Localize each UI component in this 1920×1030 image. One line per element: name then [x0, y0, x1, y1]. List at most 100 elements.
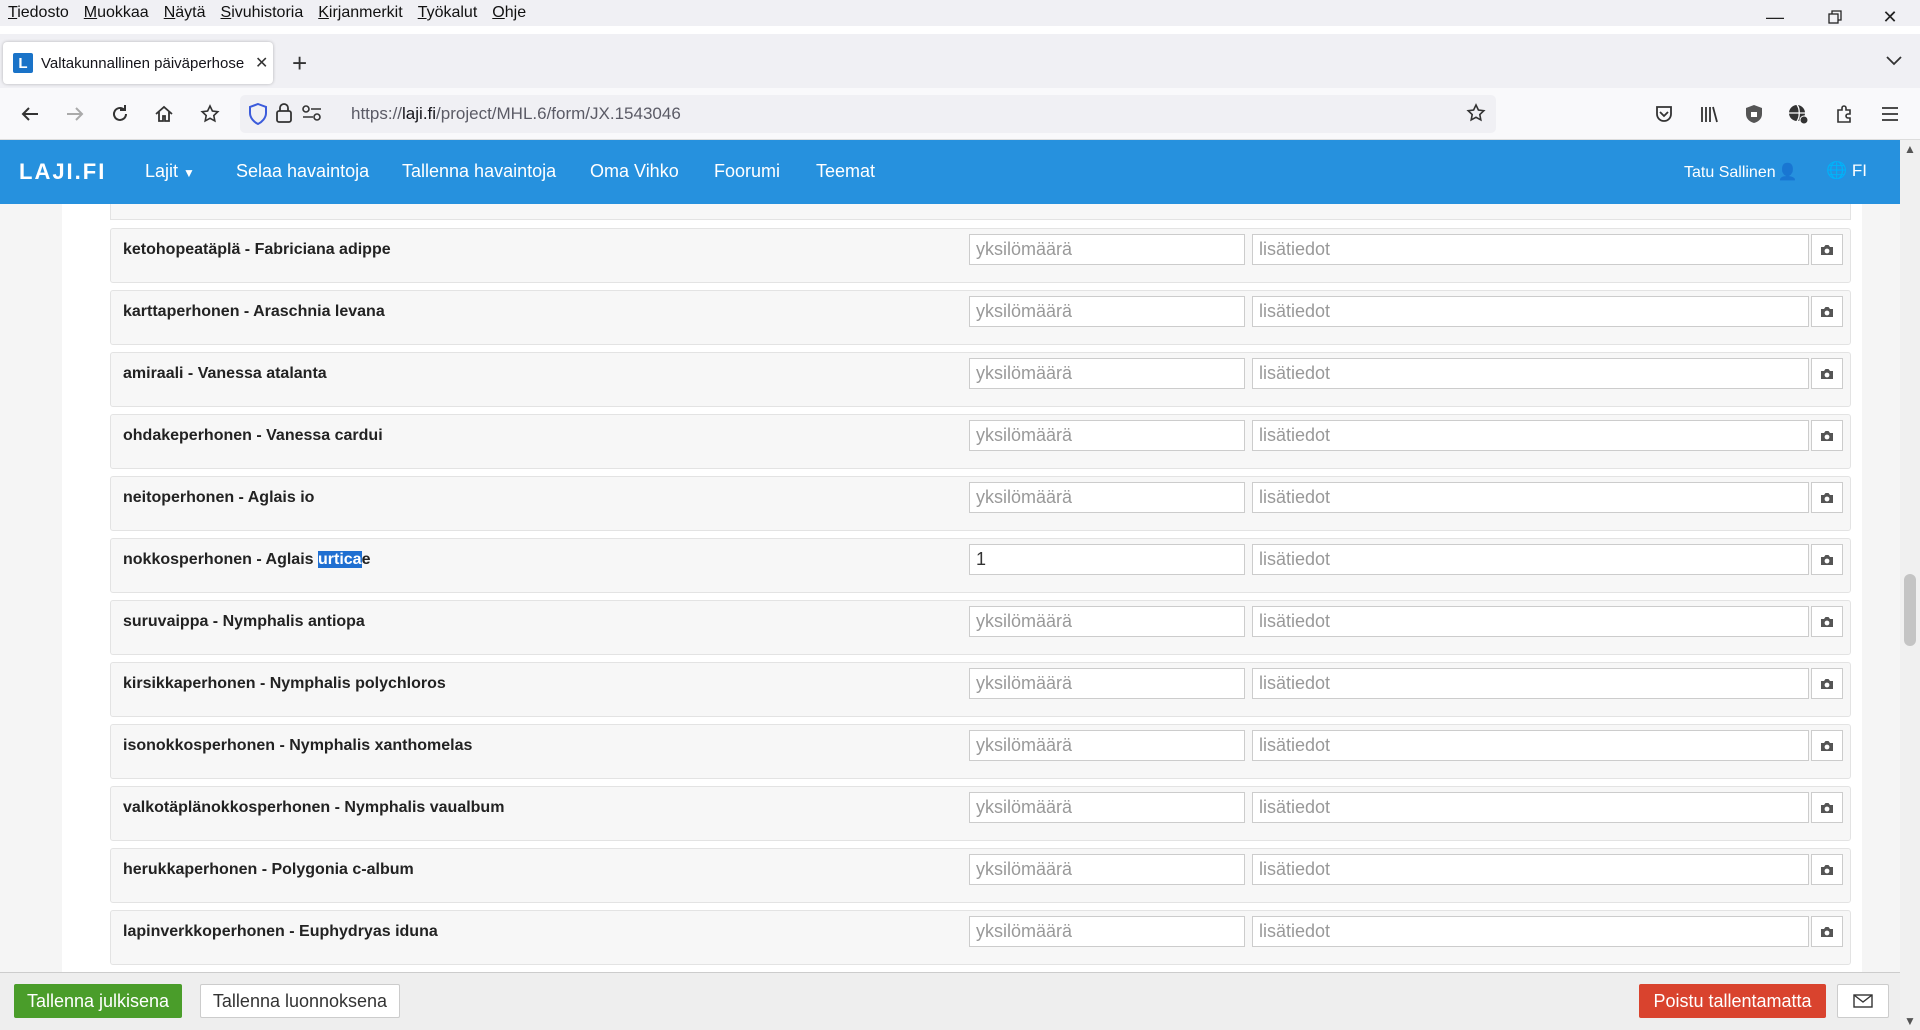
count-input[interactable]: [969, 668, 1245, 699]
count-input[interactable]: [969, 482, 1245, 513]
camera-icon[interactable]: [1811, 916, 1843, 947]
notes-input[interactable]: [1252, 234, 1809, 265]
camera-icon[interactable]: [1811, 854, 1843, 885]
camera-icon[interactable]: [1811, 420, 1843, 451]
scroll-up-icon[interactable]: ▲: [1900, 140, 1920, 158]
feedback-mail-icon[interactable]: [1837, 984, 1889, 1018]
menu-history[interactable]: Sivuhistoria: [221, 4, 304, 22]
scrollbar-thumb[interactable]: [1904, 574, 1916, 646]
lock-icon[interactable]: [276, 103, 292, 128]
nav-browse-observations[interactable]: Selaa havaintoja: [236, 161, 369, 182]
notes-input[interactable]: [1252, 854, 1809, 885]
back-icon[interactable]: [16, 100, 44, 128]
menu-tools[interactable]: Työkalut: [418, 4, 478, 22]
action-footer: Tallenna julkisena Tallenna luonnoksena …: [0, 972, 1900, 1030]
count-input[interactable]: [969, 730, 1245, 761]
camera-icon[interactable]: [1811, 544, 1843, 575]
user-menu[interactable]: Tatu Sallinen 👤: [1684, 162, 1798, 182]
count-input[interactable]: [969, 916, 1245, 947]
minimize-icon[interactable]: —: [1755, 0, 1795, 34]
count-input[interactable]: [969, 234, 1245, 265]
library-icon[interactable]: [1695, 100, 1723, 128]
camera-icon[interactable]: [1811, 606, 1843, 637]
close-tab-icon[interactable]: ✕: [255, 53, 268, 73]
count-input[interactable]: [969, 420, 1245, 451]
species-name: nokkosperhonen - Aglais urticae: [123, 551, 371, 568]
notes-input[interactable]: [1252, 792, 1809, 823]
nav-forum[interactable]: Foorumi: [714, 161, 780, 182]
camera-icon[interactable]: [1811, 730, 1843, 761]
count-input[interactable]: [969, 358, 1245, 389]
new-tab-icon[interactable]: +: [292, 48, 307, 78]
site-logo[interactable]: LAJI.FI: [19, 159, 106, 185]
bookmark-page-star-icon[interactable]: [1466, 103, 1486, 128]
form-content: ketohopeatäplä - Fabriciana adippe kartta…: [0, 204, 1900, 972]
forward-icon[interactable]: [61, 100, 89, 128]
camera-icon[interactable]: [1811, 234, 1843, 265]
pocket-icon[interactable]: [1650, 100, 1678, 128]
camera-icon[interactable]: [1811, 668, 1843, 699]
species-name: herukkaperhonen - Polygonia c-album: [123, 861, 414, 878]
count-input[interactable]: [969, 854, 1245, 885]
close-window-icon[interactable]: ✕: [1870, 0, 1910, 34]
notes-input[interactable]: [1252, 482, 1809, 513]
home-icon[interactable]: [150, 100, 178, 128]
extensions-icon[interactable]: [1830, 100, 1858, 128]
globe-icon: 🌐: [1826, 161, 1848, 180]
hamburger-menu-icon[interactable]: [1876, 100, 1904, 128]
restore-icon[interactable]: [1815, 0, 1855, 34]
species-name: amiraali - Vanessa atalanta: [123, 365, 327, 382]
navigation-bar: https://laji.fi/project/MHL.6/form/JX.15…: [0, 88, 1920, 140]
species-row: ketohopeatäplä - Fabriciana adippe: [110, 228, 1851, 283]
notes-input[interactable]: [1252, 916, 1809, 947]
species-name: suruvaippa - Nymphalis antiopa: [123, 613, 365, 630]
notes-input[interactable]: [1252, 730, 1809, 761]
discard-button[interactable]: Poistu tallentamatta: [1639, 984, 1826, 1018]
species-row: lapinverkkoperhonen - Euphydryas iduna: [110, 910, 1851, 965]
species-row: valkotäplänokkosperhonen - Nymphalis vau…: [110, 786, 1851, 841]
menu-file[interactable]: Tiedosto: [8, 4, 69, 22]
species-name: isonokkosperhonen - Nymphalis xanthomela…: [123, 737, 473, 754]
camera-icon[interactable]: [1811, 358, 1843, 389]
save-draft-button[interactable]: Tallenna luonnoksena: [200, 984, 400, 1018]
tracking-shield-icon[interactable]: [248, 102, 268, 130]
site-favicon-icon: L: [13, 53, 33, 73]
save-public-button[interactable]: Tallenna julkisena: [14, 984, 182, 1018]
shield-addon-icon[interactable]: [1740, 100, 1768, 128]
camera-icon[interactable]: [1811, 482, 1843, 513]
address-bar[interactable]: https://laji.fi/project/MHL.6/form/JX.15…: [240, 95, 1496, 133]
notes-input[interactable]: [1252, 420, 1809, 451]
nav-themes[interactable]: Teemat: [816, 161, 875, 182]
camera-icon[interactable]: [1811, 296, 1843, 327]
permissions-icon[interactable]: [302, 105, 322, 126]
vpn-globe-icon[interactable]: [1784, 100, 1812, 128]
count-input[interactable]: [969, 792, 1245, 823]
nav-lajit[interactable]: Lajit ▼: [145, 161, 195, 182]
count-input[interactable]: [969, 296, 1245, 327]
page-scrollbar[interactable]: ▲ ▼: [1900, 140, 1920, 1030]
notes-input[interactable]: [1252, 544, 1809, 575]
tab-list-chevron-icon[interactable]: [1886, 50, 1902, 71]
species-name: ohdakeperhonen - Vanessa cardui: [123, 427, 383, 444]
count-input[interactable]: [969, 606, 1245, 637]
notes-input[interactable]: [1252, 296, 1809, 327]
notes-input[interactable]: [1252, 358, 1809, 389]
scroll-down-icon[interactable]: ▼: [1900, 1012, 1920, 1030]
menu-bookmarks[interactable]: Kirjanmerkit: [318, 4, 402, 22]
bookmark-star-icon[interactable]: [196, 100, 224, 128]
browser-tab[interactable]: L Valtakunnallinen päiväperhose ✕: [3, 42, 273, 84]
menu-view[interactable]: Näytä: [164, 4, 206, 22]
reload-icon[interactable]: [106, 100, 134, 128]
notes-input[interactable]: [1252, 668, 1809, 699]
menu-help[interactable]: Ohje: [492, 4, 526, 22]
caret-down-icon: ▼: [183, 166, 195, 180]
nav-save-observations[interactable]: Tallenna havaintoja: [402, 161, 556, 182]
nav-notebook[interactable]: Oma Vihko: [590, 161, 679, 182]
camera-icon[interactable]: [1811, 792, 1843, 823]
notes-input[interactable]: [1252, 606, 1809, 637]
menu-edit[interactable]: Muokkaa: [84, 4, 149, 22]
language-selector[interactable]: 🌐 FI: [1826, 161, 1867, 181]
species-row: neitoperhonen - Aglais io: [110, 476, 1851, 531]
count-input[interactable]: [969, 544, 1245, 575]
species-name: kirsikkaperhonen - Nymphalis polychloros: [123, 675, 446, 692]
